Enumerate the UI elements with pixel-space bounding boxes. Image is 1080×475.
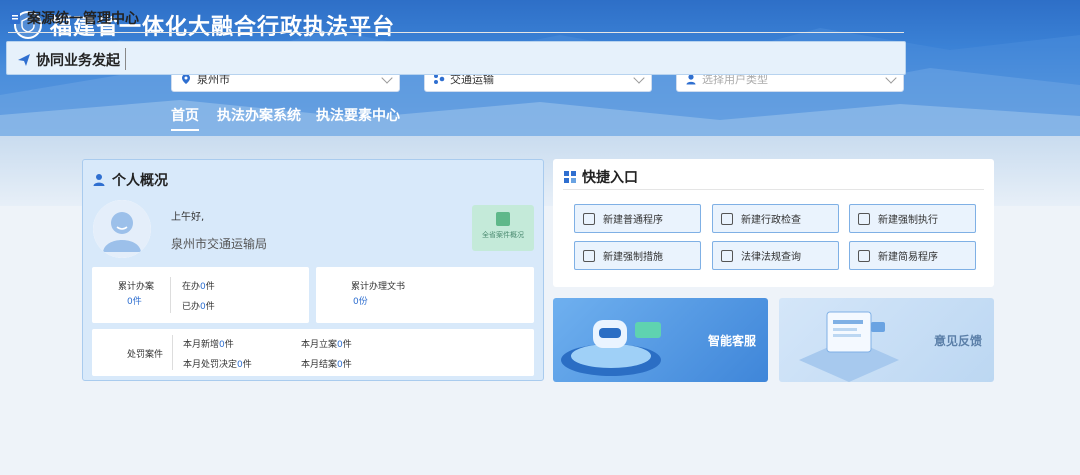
monitor-icon: [583, 249, 595, 262]
smart-service-label: 智能客服: [707, 334, 756, 348]
profile-card: 个人概况 上午好, 泉州市交通运输局 全省案件概况 累计办案 0件 在办0件 已…: [82, 159, 544, 381]
document-edit-icon: [721, 212, 733, 225]
button-label: 新建行政检查: [741, 215, 801, 226]
button-label: 新建强制执行: [878, 215, 938, 226]
month-decision-stat: 本月处罚决定0件: [183, 357, 252, 370]
briefcase-icon: [858, 212, 870, 225]
nav-elements-center[interactable]: 执法要素中心: [316, 105, 400, 125]
avatar: [93, 200, 151, 258]
greeting-text: 上午好,: [171, 212, 205, 223]
document-icon: [858, 249, 870, 262]
nav-home[interactable]: 首页: [171, 105, 199, 131]
month-new-stat: 本月新增0件: [183, 337, 234, 350]
send-plane-icon: [17, 53, 31, 67]
documents-label: 累计办理文书: [351, 282, 406, 292]
case-center-title: 案源统一管理中心: [8, 8, 139, 28]
case-file-icon: [8, 11, 22, 25]
button-label: 新建简易程序: [878, 252, 938, 263]
nav-case-system[interactable]: 执法办案系统: [217, 105, 301, 125]
organization-name: 泉州市交通运输局: [171, 237, 268, 251]
scales-icon: [721, 249, 733, 262]
person-icon: [93, 173, 107, 187]
cases-summary-box: 累计办案 0件 在办0件 已办0件: [92, 267, 309, 323]
new-admin-inspection-button[interactable]: 新建行政检查: [712, 204, 839, 233]
done-stat: 已办0件: [182, 299, 215, 312]
month-decision-unit: 件: [242, 360, 252, 370]
month-new-unit: 件: [224, 340, 234, 350]
feedback-label: 意见反馈: [933, 334, 982, 348]
smart-service-tile[interactable]: 智能客服: [553, 298, 768, 382]
feedback-tile[interactable]: 意见反馈: [779, 298, 994, 382]
case-center-title-label: 案源统一管理中心: [27, 11, 139, 27]
month-filed-unit: 件: [342, 340, 352, 350]
button-label: 新建普通程序: [603, 215, 663, 226]
documents-value: 0份: [353, 297, 368, 307]
button-label: 法律法规查询: [741, 252, 801, 263]
divider: [563, 189, 984, 190]
divider: [172, 335, 173, 370]
divider: [170, 277, 171, 313]
new-enforcement-button[interactable]: 新建强制执行: [849, 204, 976, 233]
total-cases-value: 0件: [127, 297, 142, 307]
new-coercive-measure-button[interactable]: 新建强制措施: [574, 241, 701, 270]
law-query-button[interactable]: 法律法规查询: [712, 241, 839, 270]
profile-title-label: 个人概况: [112, 173, 168, 189]
shield-check-icon: [583, 212, 595, 225]
feedback-illustration-icon: [799, 311, 899, 382]
button-label: 新建强制措施: [603, 252, 663, 263]
documents-summary-box: 累计办理文书 0份: [316, 267, 534, 323]
in-progress-stat: 在办0件: [182, 279, 215, 292]
month-closed-stat: 本月结案0件: [301, 357, 352, 370]
new-ordinary-procedure-button[interactable]: 新建普通程序: [574, 204, 701, 233]
month-closed-label: 本月结案: [301, 360, 338, 370]
penalty-summary-box: 处罚案件 本月新增0件 本月处罚决定0件 本月立案0件 本月结案0件: [92, 329, 534, 376]
month-decision-label: 本月处罚决定: [183, 360, 238, 370]
month-closed-unit: 件: [342, 360, 352, 370]
grid-icon: [563, 170, 577, 184]
month-new-label: 本月新增: [183, 340, 220, 350]
penalty-cases-label: 处罚案件: [127, 350, 164, 360]
coop-business-label: 协同业务发起: [36, 53, 120, 69]
profile-card-title: 个人概况: [93, 170, 168, 190]
month-filed-label: 本月立案: [301, 340, 338, 350]
divider: [8, 32, 904, 33]
chart-doc-icon: [496, 212, 510, 226]
divider: [125, 48, 126, 70]
quick-title-label: 快捷入口: [582, 170, 638, 186]
new-simple-procedure-button[interactable]: 新建简易程序: [849, 241, 976, 270]
robot-illustration-icon: [561, 320, 661, 376]
done-label: 已办: [182, 302, 201, 312]
in-progress-label: 在办: [182, 282, 201, 292]
province-cases-label: 全省案件概况: [482, 231, 524, 239]
quick-entry-card: 快捷入口 新建普通程序 新建行政检查 新建强制执行 新建强制措施 法律法规查询 …: [553, 159, 994, 287]
done-unit: 件: [205, 302, 215, 312]
in-progress-unit: 件: [205, 282, 215, 292]
total-cases-label: 累计办案: [118, 282, 155, 292]
province-cases-button[interactable]: 全省案件概况: [472, 205, 534, 251]
month-filed-stat: 本月立案0件: [301, 337, 352, 350]
coop-business-title: 协同业务发起: [17, 50, 120, 70]
quick-entry-title: 快捷入口: [563, 167, 638, 187]
coop-business-panel: 协同业务发起: [6, 41, 906, 75]
